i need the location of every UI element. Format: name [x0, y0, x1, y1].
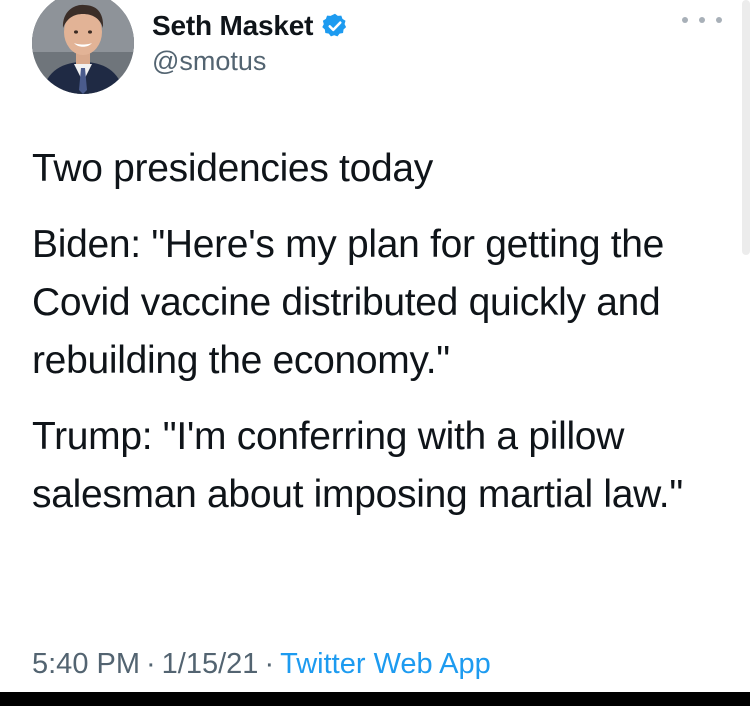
more-dot-icon [682, 17, 688, 23]
tweet-paragraph: Two presidencies today [32, 147, 433, 190]
scrollbar[interactable] [742, 0, 750, 255]
more-dot-icon [716, 17, 722, 23]
tweet-time[interactable]: 5:40 PM [32, 648, 140, 680]
avatar-image [32, 0, 134, 94]
name-row: Seth Masket [152, 8, 349, 44]
tweet-source-link[interactable]: Twitter Web App [280, 648, 491, 680]
tweet-paragraph: Trump: "I'm conferring with a pillow sal… [32, 415, 683, 516]
more-options-icon[interactable] [682, 8, 722, 32]
meta-separator: · [146, 648, 156, 680]
more-dot-icon [699, 17, 705, 23]
bottom-edge [0, 692, 750, 706]
user-handle[interactable]: @smotus [152, 46, 266, 77]
tweet-paragraph: Biden: "Here's my plan for getting the C… [32, 223, 665, 382]
meta-separator: · [264, 648, 275, 680]
tweet-card: Seth Masket @smotus Two presidencies tod… [0, 0, 750, 706]
verified-badge-icon [322, 13, 347, 37]
tweet-metadata: 5:40 PM · 1/15/21 · Twitter Web App [32, 648, 491, 681]
tweet-date[interactable]: 1/15/21 [162, 648, 259, 680]
avatar[interactable] [32, 0, 134, 94]
tweet-text: Two presidencies today Biden: "Here's my… [32, 140, 732, 542]
tweet-header: Seth Masket @smotus [32, 0, 722, 100]
display-name[interactable]: Seth Masket [152, 10, 313, 42]
